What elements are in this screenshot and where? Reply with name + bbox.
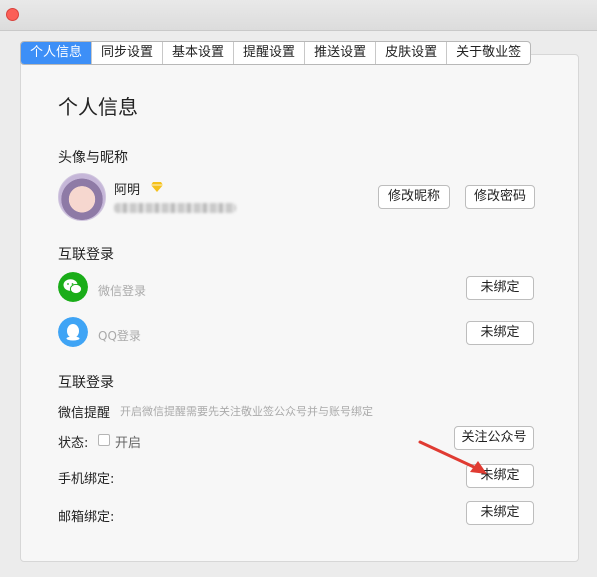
enable-checkbox[interactable] bbox=[98, 434, 110, 446]
page-title: 个人信息 bbox=[58, 95, 138, 119]
linked-login-section-title: 互联登录 bbox=[58, 247, 114, 263]
nickname: 阿明 bbox=[114, 183, 141, 198]
status-label: 状态: bbox=[58, 436, 89, 451]
settings-panel: 个人信息 头像与昵称 阿明 修改昵称 修改密码 互联登录 微信登录 未绑定 QQ… bbox=[20, 54, 579, 562]
tab-personal-info[interactable]: 个人信息 bbox=[21, 42, 93, 64]
email-binding-label: 邮箱绑定: bbox=[58, 510, 115, 525]
enable-label: 开启 bbox=[115, 436, 142, 451]
masked-account bbox=[114, 203, 236, 213]
change-password-button[interactable]: 修改密码 bbox=[465, 185, 535, 209]
avatar bbox=[58, 173, 106, 221]
wechat-reminder-hint: 开启微信提醒需要先关注敬业签公众号并与账号绑定 bbox=[120, 405, 373, 418]
edit-nickname-button[interactable]: 修改昵称 bbox=[378, 185, 450, 209]
vip-gem-icon bbox=[151, 182, 163, 192]
qq-login-label: QQ登录 bbox=[98, 329, 141, 343]
wechat-reminder-label: 微信提醒 bbox=[58, 406, 111, 421]
wechat-login-label: 微信登录 bbox=[98, 284, 147, 298]
qq-bind-button[interactable]: 未绑定 bbox=[466, 321, 534, 345]
wechat-icon bbox=[58, 272, 88, 302]
binding-section-title: 互联登录 bbox=[58, 375, 114, 391]
profile-section-title: 头像与昵称 bbox=[58, 150, 128, 166]
tab-push-settings[interactable]: 推送设置 bbox=[305, 42, 377, 64]
phone-binding-label: 手机绑定: bbox=[58, 472, 115, 487]
tab-skin-settings[interactable]: 皮肤设置 bbox=[376, 42, 448, 64]
qq-icon bbox=[58, 317, 88, 347]
close-icon[interactable] bbox=[6, 8, 19, 21]
title-bar bbox=[0, 0, 597, 31]
tab-reminder-settings[interactable]: 提醒设置 bbox=[234, 42, 306, 64]
red-arrow-annotation bbox=[418, 440, 487, 474]
tab-sync-settings[interactable]: 同步设置 bbox=[92, 42, 164, 64]
email-bind-button[interactable]: 未绑定 bbox=[466, 501, 534, 525]
wechat-bind-button[interactable]: 未绑定 bbox=[466, 276, 534, 300]
settings-tabs: 个人信息 同步设置 基本设置 提醒设置 推送设置 皮肤设置 关于敬业签 bbox=[20, 41, 532, 65]
tab-basic-settings[interactable]: 基本设置 bbox=[163, 42, 235, 64]
tab-about[interactable]: 关于敬业签 bbox=[447, 42, 530, 64]
